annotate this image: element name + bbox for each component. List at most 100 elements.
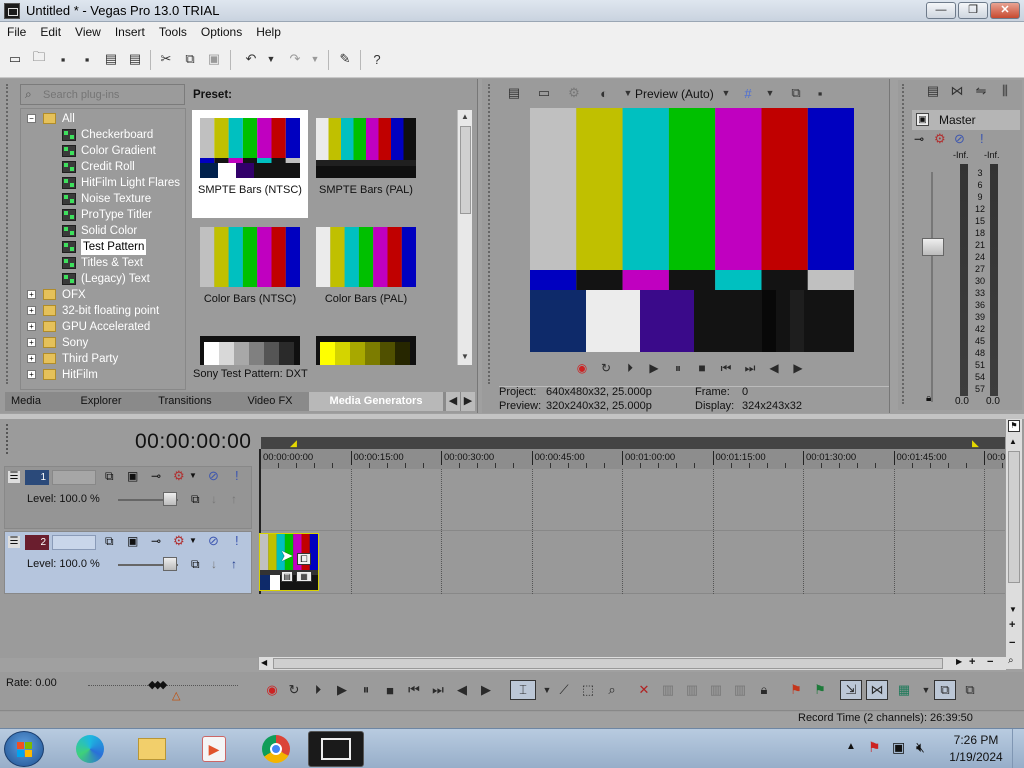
tree-item[interactable]: +32-bit floating point — [21, 303, 185, 319]
rate-slider-handle[interactable]: ◆◆◆ — [148, 678, 167, 691]
loop-playback-icon[interactable]: ↻ — [596, 358, 616, 378]
solo-icon[interactable]: ! — [980, 131, 984, 146]
quality-dropdown-icon[interactable]: ▼ — [717, 84, 735, 102]
timeline-vscroll[interactable]: ⚑ ▲ ▼ + − ⌕ — [1006, 419, 1022, 669]
edge-browser-icon[interactable] — [62, 731, 118, 767]
lock-event-icon[interactable]: 🔒︎ — [754, 680, 774, 700]
normal-edit-tool-icon[interactable]: ⌶ — [510, 680, 536, 700]
go-to-start-icon[interactable]: ⏮ — [716, 358, 736, 378]
tab-transitions[interactable]: Transitions — [151, 392, 219, 411]
track-gear-icon[interactable]: ⚙ — [173, 468, 185, 484]
save-snapshot-icon[interactable]: ▪ — [811, 84, 829, 102]
mute-track-icon[interactable]: ⊘ — [208, 533, 219, 549]
go-to-start-button-icon[interactable]: ⏮ — [404, 680, 424, 700]
tree-item[interactable]: Noise Texture — [21, 191, 185, 207]
child-composite-icon[interactable]: ↓ — [211, 557, 217, 571]
close-button[interactable]: ✕ — [990, 2, 1020, 19]
dock-grip[interactable] — [6, 84, 12, 384]
lock-icon[interactable]: 🔒︎ — [926, 393, 931, 404]
redo-dropdown-icon[interactable]: ▼ — [306, 50, 324, 68]
vscroll-thumb[interactable] — [1008, 451, 1020, 583]
tree-item[interactable]: + OFX — [21, 287, 185, 303]
preset-scrollbar[interactable]: ▲ ▼ — [457, 110, 472, 365]
save-as-icon[interactable]: ▪ — [78, 50, 96, 68]
vscroll-down-icon[interactable]: ▼ — [1009, 605, 1017, 614]
expand-icon[interactable]: + — [27, 322, 36, 331]
menu-tools[interactable]: Tools — [152, 23, 194, 41]
loop-region-bar[interactable] — [261, 437, 1005, 449]
scroll-up-icon[interactable]: ▲ — [461, 112, 469, 121]
level-slider-handle[interactable] — [163, 492, 177, 506]
go-to-end-icon[interactable]: ⏭ — [740, 358, 760, 378]
hscroll-right-icon[interactable]: ▶ — [956, 657, 962, 666]
ripple-dropdown-icon[interactable]: ▼ — [916, 680, 936, 700]
tree-item[interactable]: Solid Color — [21, 223, 185, 239]
play-icon[interactable]: ▶ — [644, 358, 664, 378]
mixer-properties-icon[interactable]: ▤ — [924, 82, 942, 100]
generated-media-icon[interactable]: ▦ — [296, 571, 312, 582]
track-header-2[interactable]: ☰ 2 ⧉ ▣ ⊸ ⚙ ▼ ⊘ ! Level: 100.0 % ⧉ ↓ ↑ — [4, 531, 252, 594]
composite-mode-icon[interactable]: ⊸ — [151, 534, 161, 548]
master-fx-icon[interactable]: ▣ — [916, 113, 929, 126]
undo-icon[interactable]: ↶ — [242, 50, 260, 68]
master-fader-handle[interactable] — [922, 238, 944, 256]
mute-track-icon[interactable]: ⊘ — [208, 468, 219, 484]
tree-item[interactable]: + HitFilm — [21, 367, 185, 383]
previous-frame-icon[interactable]: ◀ — [764, 358, 784, 378]
file-explorer-icon[interactable] — [124, 731, 180, 767]
media-player-icon[interactable]: ▶ — [186, 731, 242, 767]
loop-end-marker-icon[interactable]: ◣ — [972, 438, 979, 449]
menu-view[interactable]: View — [68, 23, 108, 41]
tree-item[interactable]: + Third Party — [21, 351, 185, 367]
tab-video-fx[interactable]: Video FX — [241, 392, 299, 411]
track-gear-dropdown-icon[interactable]: ▼ — [189, 536, 197, 545]
preset-smpte-pal[interactable]: SMPTE Bars (PAL) — [308, 110, 424, 218]
maximize-button[interactable]: ❐ — [958, 2, 988, 19]
split-screen-icon[interactable]: ◐ — [595, 84, 613, 102]
zoom-in-time-icon[interactable]: + — [969, 656, 975, 668]
mute-icon[interactable]: ⊘ — [954, 131, 965, 147]
whats-this-help-icon[interactable]: ? — [368, 50, 386, 68]
tree-item[interactable]: HitFilm Light Flares — [21, 175, 185, 191]
lock-envelopes-icon[interactable]: ⧉ — [934, 680, 956, 700]
search-input[interactable] — [43, 87, 183, 102]
track-motion-icon[interactable]: ⧉ — [105, 534, 114, 549]
track-fx-icon[interactable]: ▣ — [127, 534, 138, 548]
tree-item[interactable]: − All — [21, 111, 185, 127]
dock-grip[interactable] — [902, 84, 908, 404]
loop-button-icon[interactable]: ↻ — [284, 680, 304, 700]
parent-composite-icon[interactable]: ↑ — [231, 492, 237, 506]
show-hidden-icons-icon[interactable]: ▲ — [846, 741, 856, 752]
cut-icon[interactable]: ✂ — [157, 50, 175, 68]
vegas-app-icon[interactable] — [4, 3, 20, 19]
preset-smpte-ntsc[interactable]: SMPTE Bars (NTSC) — [192, 110, 308, 218]
event-pan-crop-icon[interactable]: ⧠ — [297, 553, 311, 565]
parent-composite-icon[interactable]: ↑ — [231, 557, 237, 571]
open-folder-icon[interactable]: 🗀 — [30, 49, 48, 68]
expand-icon[interactable]: + — [27, 370, 36, 379]
copy-icon[interactable]: ⧉ — [181, 50, 199, 68]
go-to-end-button-icon[interactable]: ⏭ — [428, 680, 448, 700]
render-icon[interactable]: ▤ — [102, 50, 120, 68]
play-button-icon[interactable]: ▶ — [332, 680, 352, 700]
pause-button-icon[interactable]: ⏸ — [356, 680, 376, 700]
track-header-1[interactable]: ☰ 1 ⧉ ▣ ⊸ ⚙ ▼ ⊘ ! Level: 100.0 % ⧉ ↓ ↑ — [4, 466, 252, 529]
next-frame-button-icon[interactable]: ▶ — [476, 680, 496, 700]
level-slider-handle[interactable] — [163, 557, 177, 571]
tree-item[interactable]: + GPU Accelerated — [21, 319, 185, 335]
stop-button-icon[interactable]: ■ — [380, 680, 400, 700]
preview-fx-icon[interactable]: ⚙ — [565, 84, 583, 102]
zoom-out-time-icon[interactable]: − — [987, 656, 993, 668]
dim-output-icon[interactable]: ⇋ — [972, 82, 990, 100]
redo-icon[interactable]: ↷ — [286, 50, 304, 68]
auto-crossfade-icon[interactable]: ⋈ — [866, 680, 888, 700]
solo-track-icon[interactable]: ! — [235, 533, 239, 548]
child-composite-icon[interactable]: ↓ — [211, 492, 217, 506]
minimize-button[interactable]: — — [926, 2, 956, 19]
record-button-icon[interactable]: ◉ — [262, 680, 282, 700]
track-name-field[interactable] — [52, 470, 96, 485]
tab-media[interactable]: Media — [5, 392, 47, 411]
track-fx-icon[interactable]: ▣ — [127, 469, 138, 483]
track-motion-icon[interactable]: ⧉ — [105, 469, 114, 484]
record-icon[interactable]: ◉ — [572, 358, 592, 378]
